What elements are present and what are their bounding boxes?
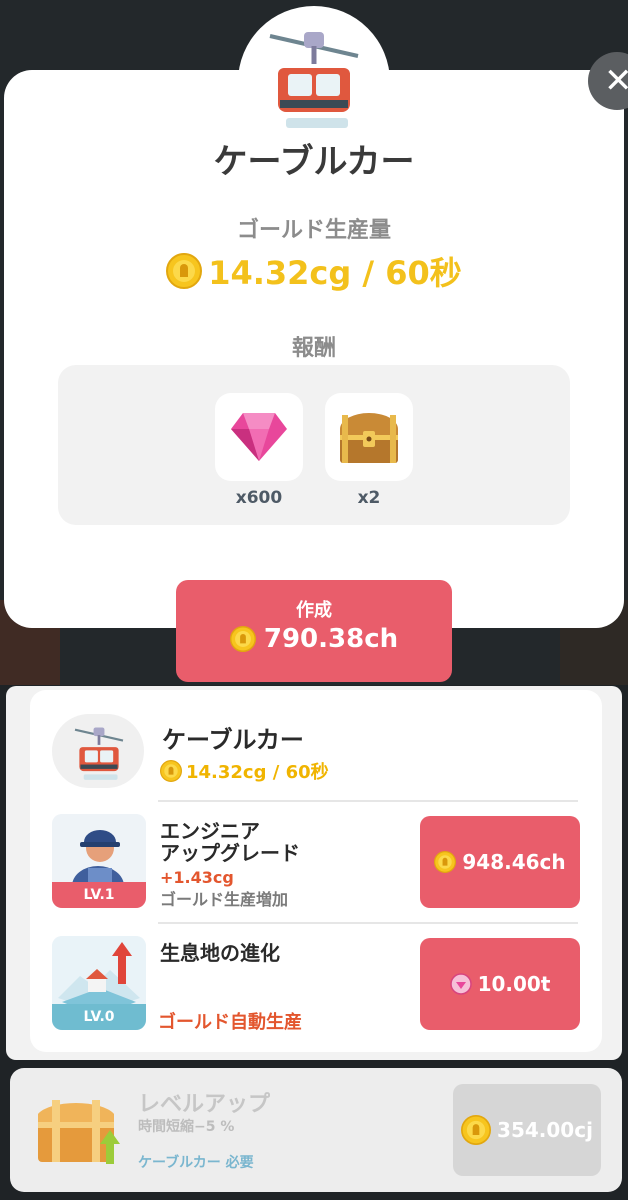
upgrade-title-line1: エンジニア bbox=[160, 819, 260, 843]
cable-car-icon bbox=[269, 32, 359, 128]
level-up-chest-icon bbox=[38, 1100, 120, 1164]
gold-coin-icon bbox=[160, 760, 182, 782]
divider bbox=[158, 922, 578, 924]
gem-icon bbox=[231, 413, 287, 461]
gold-coin-icon bbox=[166, 253, 203, 289]
upgrade-title: 生息地の進化 bbox=[160, 941, 280, 965]
reward-chest-tile bbox=[325, 393, 413, 481]
building-rate: 14.32cg / 60秒 bbox=[160, 758, 329, 784]
gold-production-label: ゴールド生産量 bbox=[236, 218, 391, 243]
gold-rate-value: 14.32cg / 60秒 bbox=[208, 254, 462, 292]
treasure-chest-icon bbox=[340, 413, 398, 463]
upgrade-description: ゴールド生産増加 bbox=[160, 890, 289, 909]
reward-box bbox=[58, 365, 570, 525]
level-badge: LV.0 bbox=[52, 1004, 146, 1030]
engineer-upgrade-button[interactable]: 948.46ch bbox=[420, 816, 580, 908]
cable-car-icon bbox=[74, 727, 124, 780]
modal-title: ケーブルカー bbox=[213, 142, 415, 182]
create-cost-value: 790.38ch bbox=[263, 624, 399, 654]
gold-coin-icon bbox=[434, 851, 457, 873]
habitat-upgrade-cost: 10.00t bbox=[477, 972, 551, 996]
building-rate-value: 14.32cg / 60秒 bbox=[186, 762, 329, 783]
gold-production-rate: 14.32cg / 60秒 bbox=[0, 248, 628, 294]
upgrade-description: ゴールド自動生産 bbox=[158, 1012, 302, 1033]
level-up-subtitle: 時間短縮−5 % bbox=[138, 1119, 235, 1135]
reward-chest-qty: x2 bbox=[357, 488, 381, 508]
level-badge: LV.1 bbox=[52, 882, 146, 908]
create-cost: 790.38ch bbox=[176, 624, 452, 654]
upgrade-title-line2: アップグレード bbox=[160, 841, 300, 865]
create-button[interactable]: 作成 790.38ch bbox=[176, 580, 452, 682]
reward-gem-qty: x600 bbox=[235, 488, 283, 508]
habitat-avatar: LV.0 bbox=[52, 936, 146, 1030]
habitat-upgrade-button[interactable]: 10.00t bbox=[420, 938, 580, 1030]
create-label: 作成 bbox=[296, 600, 332, 621]
level-up-cost: 354.00cj bbox=[497, 1118, 593, 1142]
level-up-title: レベルアップ bbox=[138, 1092, 271, 1117]
reward-label: 報酬 bbox=[291, 336, 336, 361]
divider bbox=[158, 800, 578, 802]
level-up-button[interactable]: 354.00cj bbox=[453, 1084, 601, 1176]
reward-gem-tile bbox=[215, 393, 303, 481]
gold-coin-icon bbox=[461, 1115, 492, 1145]
engineer-avatar: LV.1 bbox=[52, 814, 146, 908]
gem-icon bbox=[449, 973, 472, 995]
building-title: ケーブルカー bbox=[162, 726, 304, 754]
engineer-upgrade-cost: 948.46ch bbox=[462, 850, 566, 874]
level-up-requirement: ケーブルカー 必要 bbox=[138, 1155, 254, 1171]
gold-coin-icon bbox=[229, 626, 256, 652]
upgrade-bonus: +1.43cg bbox=[160, 868, 234, 887]
